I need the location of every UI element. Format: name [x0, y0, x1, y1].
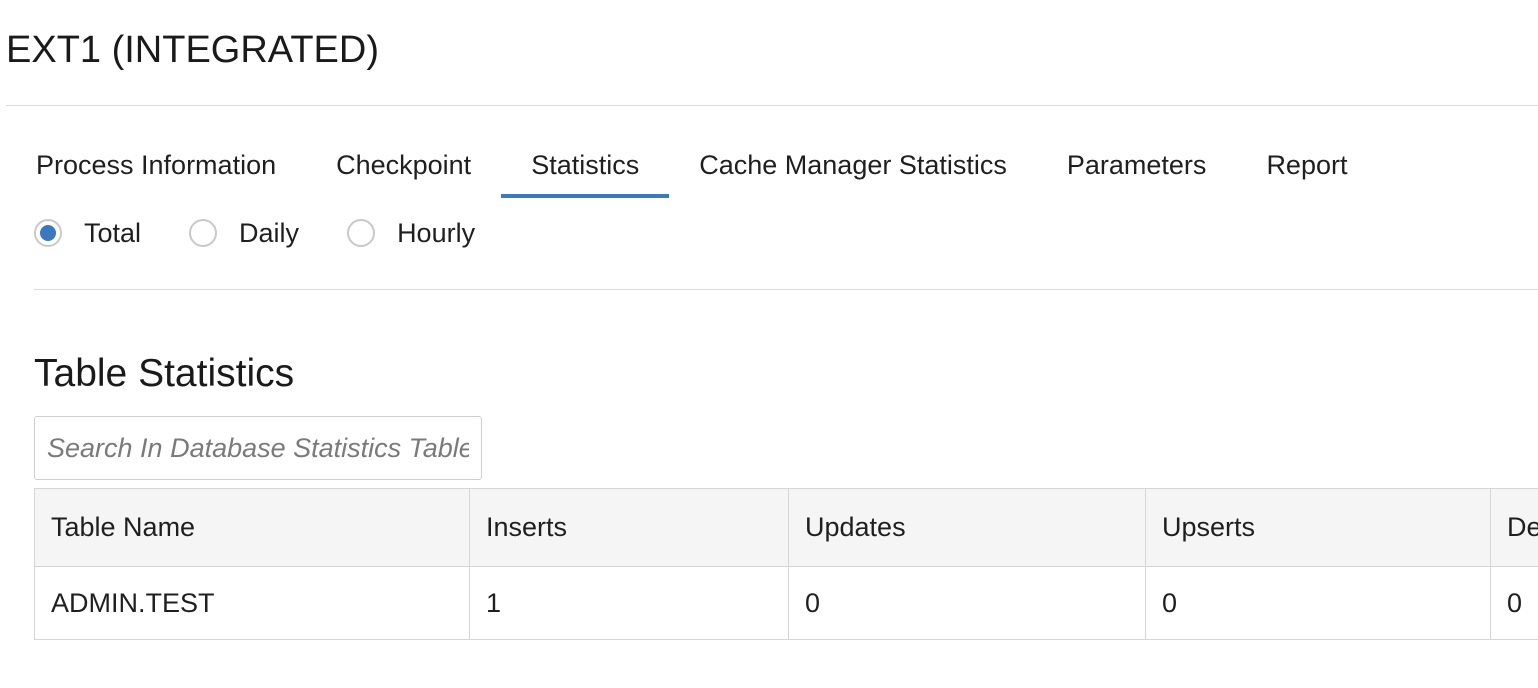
radio-hourly[interactable] [347, 219, 376, 247]
cell-table-name: ADMIN.TEST [34, 566, 470, 640]
cell-inserts: 1 [469, 566, 789, 640]
column-header-deletes[interactable]: Deletes [1490, 488, 1538, 567]
radio-selected-dot [40, 225, 56, 241]
radio-option-daily[interactable]: Daily [189, 218, 299, 249]
column-header-table-name[interactable]: Table Name [34, 488, 470, 567]
radio-label-daily: Daily [239, 217, 300, 248]
section-divider [34, 289, 1538, 290]
interval-radio-group: Total Daily Hourly [34, 213, 523, 253]
table-header-row: Table Name Inserts Updates Upserts Delet… [34, 488, 1538, 567]
title-divider [6, 105, 1538, 106]
tab-process-information[interactable]: Process Information [6, 140, 306, 200]
cell-upserts: 0 [1145, 566, 1491, 640]
search-box [34, 416, 482, 480]
statistics-table: Table Name Inserts Updates Upserts Delet… [34, 488, 1538, 640]
section-heading: Table Statistics [34, 352, 295, 395]
radio-label-total: Total [84, 217, 142, 248]
tab-cache-manager-statistics[interactable]: Cache Manager Statistics [669, 140, 1037, 200]
radio-option-total[interactable]: Total [34, 218, 141, 249]
radio-daily[interactable] [189, 219, 218, 247]
cell-deletes: 0 [1490, 566, 1538, 640]
tab-bar: Process Information Checkpoint Statistic… [6, 140, 1377, 204]
radio-label-hourly: Hourly [397, 217, 476, 248]
page: EXT1 (INTEGRATED) Process Information Ch… [0, 0, 1538, 688]
statistics-table-container: Table Name Inserts Updates Upserts Delet… [34, 488, 1538, 641]
search-input[interactable] [35, 417, 481, 479]
page-title: EXT1 (INTEGRATED) [6, 29, 379, 71]
column-header-updates[interactable]: Updates [788, 488, 1146, 567]
tab-checkpoint[interactable]: Checkpoint [306, 140, 501, 200]
radio-total[interactable] [34, 219, 62, 247]
table-row[interactable]: ADMIN.TEST 1 0 0 0 [34, 566, 1538, 640]
tab-parameters[interactable]: Parameters [1037, 140, 1237, 200]
tab-report[interactable]: Report [1236, 140, 1377, 200]
column-header-inserts[interactable]: Inserts [469, 488, 789, 567]
column-header-upserts[interactable]: Upserts [1145, 488, 1491, 567]
radio-option-hourly[interactable]: Hourly [347, 218, 475, 249]
cell-updates: 0 [788, 566, 1146, 640]
tab-statistics[interactable]: Statistics [501, 140, 670, 200]
